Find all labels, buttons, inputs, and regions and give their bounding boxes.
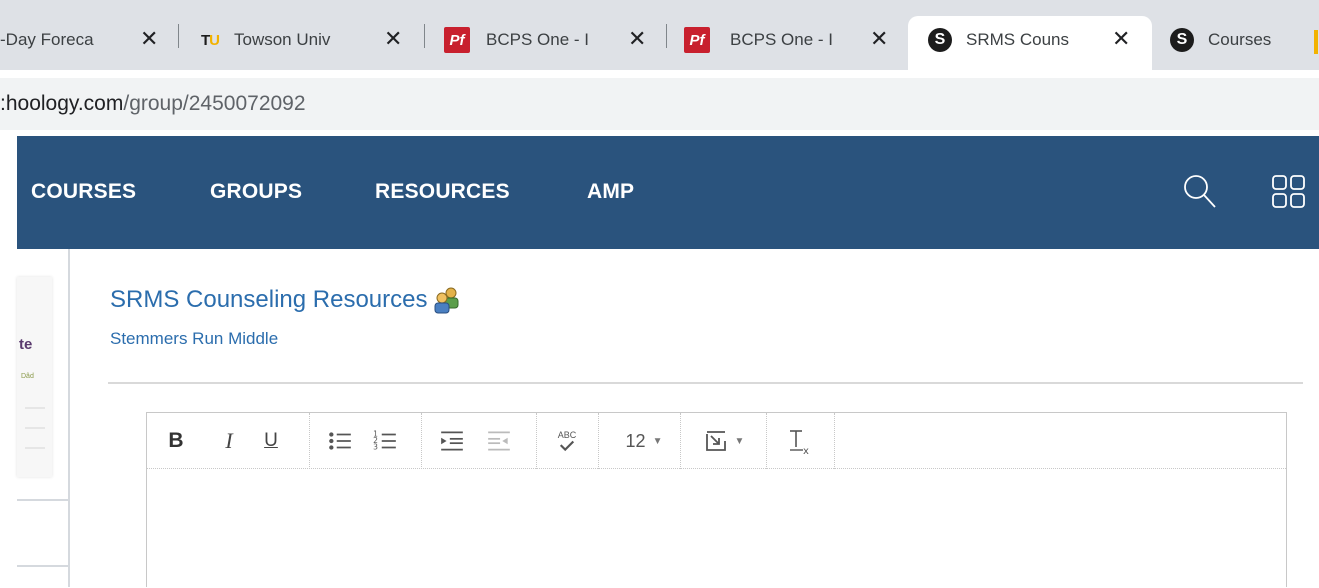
tab-title: Courses xyxy=(1208,30,1272,49)
url-text[interactable]: :hoology.com/group/2450072092 xyxy=(0,92,306,116)
toolbar-group-insert: ▼ xyxy=(681,413,767,469)
search-icon[interactable] xyxy=(1180,172,1220,212)
tab-separator xyxy=(178,24,179,48)
font-size-value: 12 xyxy=(625,430,646,451)
nav-courses[interactable]: COURSES xyxy=(31,180,136,204)
numbered-list-icon[interactable]: 1 2 3 xyxy=(372,427,398,455)
toolbar-group-lists: 1 2 3 xyxy=(310,413,422,469)
close-tab-icon[interactable]: ✕ xyxy=(384,28,402,50)
group-people-icon xyxy=(434,287,459,314)
toolbar-group-clear: x xyxy=(767,413,835,469)
schoology-icon: S xyxy=(928,28,952,52)
browser-tab[interactable]: -Day Foreca ✕ xyxy=(0,16,170,70)
profile-image-subtext: Dâd xyxy=(21,373,34,380)
address-bar[interactable]: :hoology.com/group/2450072092 xyxy=(0,78,1319,130)
svg-text:x: x xyxy=(803,446,809,455)
close-tab-icon[interactable]: ✕ xyxy=(140,28,158,50)
browser-tab[interactable]: TU Towson Univ ✕ xyxy=(186,16,412,70)
close-tab-icon[interactable]: ✕ xyxy=(870,28,888,50)
toolbar-group-spell: ABC xyxy=(537,413,599,469)
post-editor: B I U 1 2 3 ABC 12 ▼ ▼ x xyxy=(146,412,1287,587)
bullet-list-icon[interactable] xyxy=(327,427,353,455)
image-detail xyxy=(25,447,45,449)
checkmark-icon xyxy=(559,440,575,452)
insert-content-icon xyxy=(705,431,726,451)
url-host: :hoology.com xyxy=(0,92,124,115)
toolbar-group-format: B I U xyxy=(147,413,310,469)
bold-button[interactable]: B xyxy=(164,427,188,455)
tab-title: -Day Foreca xyxy=(0,30,94,49)
browser-tab-active[interactable]: S SRMS Couns ✕ xyxy=(908,16,1152,70)
editor-toolbar: B I U 1 2 3 ABC 12 ▼ ▼ x xyxy=(147,413,1286,469)
nav-amp[interactable]: AMP xyxy=(587,180,634,204)
tab-title: BCPS One - I xyxy=(730,30,833,49)
tab-title: SRMS Couns xyxy=(966,30,1069,49)
browser-toolbar: :hoology.com/group/2450072092 xyxy=(0,70,1319,136)
left-sidebar: te Dâd xyxy=(17,249,70,587)
close-tab-icon[interactable]: ✕ xyxy=(1112,28,1130,50)
toolbar-group-fontsize: 12 ▼ xyxy=(599,413,681,469)
group-profile-image[interactable]: te Dâd xyxy=(17,277,52,477)
profile-image-text: te xyxy=(19,336,33,353)
group-title[interactable]: SRMS Counseling Resources xyxy=(110,286,462,314)
browser-tab[interactable]: Pf BCPS One - I ✕ xyxy=(432,16,668,70)
clear-formatting-icon[interactable]: x xyxy=(785,427,815,455)
spellcheck-icon[interactable]: ABC xyxy=(552,427,582,455)
group-title-text: SRMS Counseling Resources xyxy=(110,286,428,313)
pf-icon: Pf xyxy=(444,27,470,53)
svg-text:3: 3 xyxy=(373,443,378,452)
chevron-down-icon: ▼ xyxy=(652,435,663,447)
sidebar-divider xyxy=(17,499,70,501)
image-detail xyxy=(25,427,45,429)
schoology-icon: S xyxy=(1170,28,1194,52)
nav-resources[interactable]: RESOURCES xyxy=(375,180,510,204)
tu-logo-icon: TU xyxy=(200,31,220,49)
school-link[interactable]: Stemmers Run Middle xyxy=(110,329,278,349)
tab-edge-accent xyxy=(1314,30,1318,54)
chevron-down-icon: ▼ xyxy=(734,435,745,447)
insert-content-button[interactable]: ▼ xyxy=(699,427,749,455)
indent-icon[interactable] xyxy=(439,427,465,455)
browser-tab-strip: -Day Foreca ✕ TU Towson Univ ✕ Pf BCPS O… xyxy=(0,0,1319,70)
main-navigation: COURSES GROUPS RESOURCES AMP xyxy=(17,136,1319,249)
url-path: /group/2450072092 xyxy=(123,92,306,115)
browser-tab[interactable]: S Courses xyxy=(1160,16,1319,70)
outdent-icon[interactable] xyxy=(486,427,512,455)
tab-separator xyxy=(666,24,667,48)
tab-title: Towson Univ xyxy=(234,30,331,49)
tab-separator xyxy=(424,24,425,48)
italic-button[interactable]: I xyxy=(217,427,241,455)
spellcheck-label: ABC xyxy=(557,430,577,440)
font-size-select[interactable]: 12 ▼ xyxy=(619,427,669,455)
tab-title: BCPS One - I xyxy=(486,30,589,49)
sidebar-divider xyxy=(17,565,70,567)
image-detail xyxy=(25,407,45,409)
apps-grid-icon[interactable] xyxy=(1271,174,1307,210)
browser-tab[interactable]: Pf BCPS One - I ✕ xyxy=(672,16,906,70)
pf-icon: Pf xyxy=(684,27,710,53)
header-divider xyxy=(108,382,1303,384)
close-tab-icon[interactable]: ✕ xyxy=(628,28,646,50)
editor-text-area[interactable] xyxy=(147,470,1286,588)
underline-button[interactable]: U xyxy=(259,427,283,455)
toolbar-group-indent xyxy=(422,413,537,469)
nav-groups[interactable]: GROUPS xyxy=(210,180,302,204)
